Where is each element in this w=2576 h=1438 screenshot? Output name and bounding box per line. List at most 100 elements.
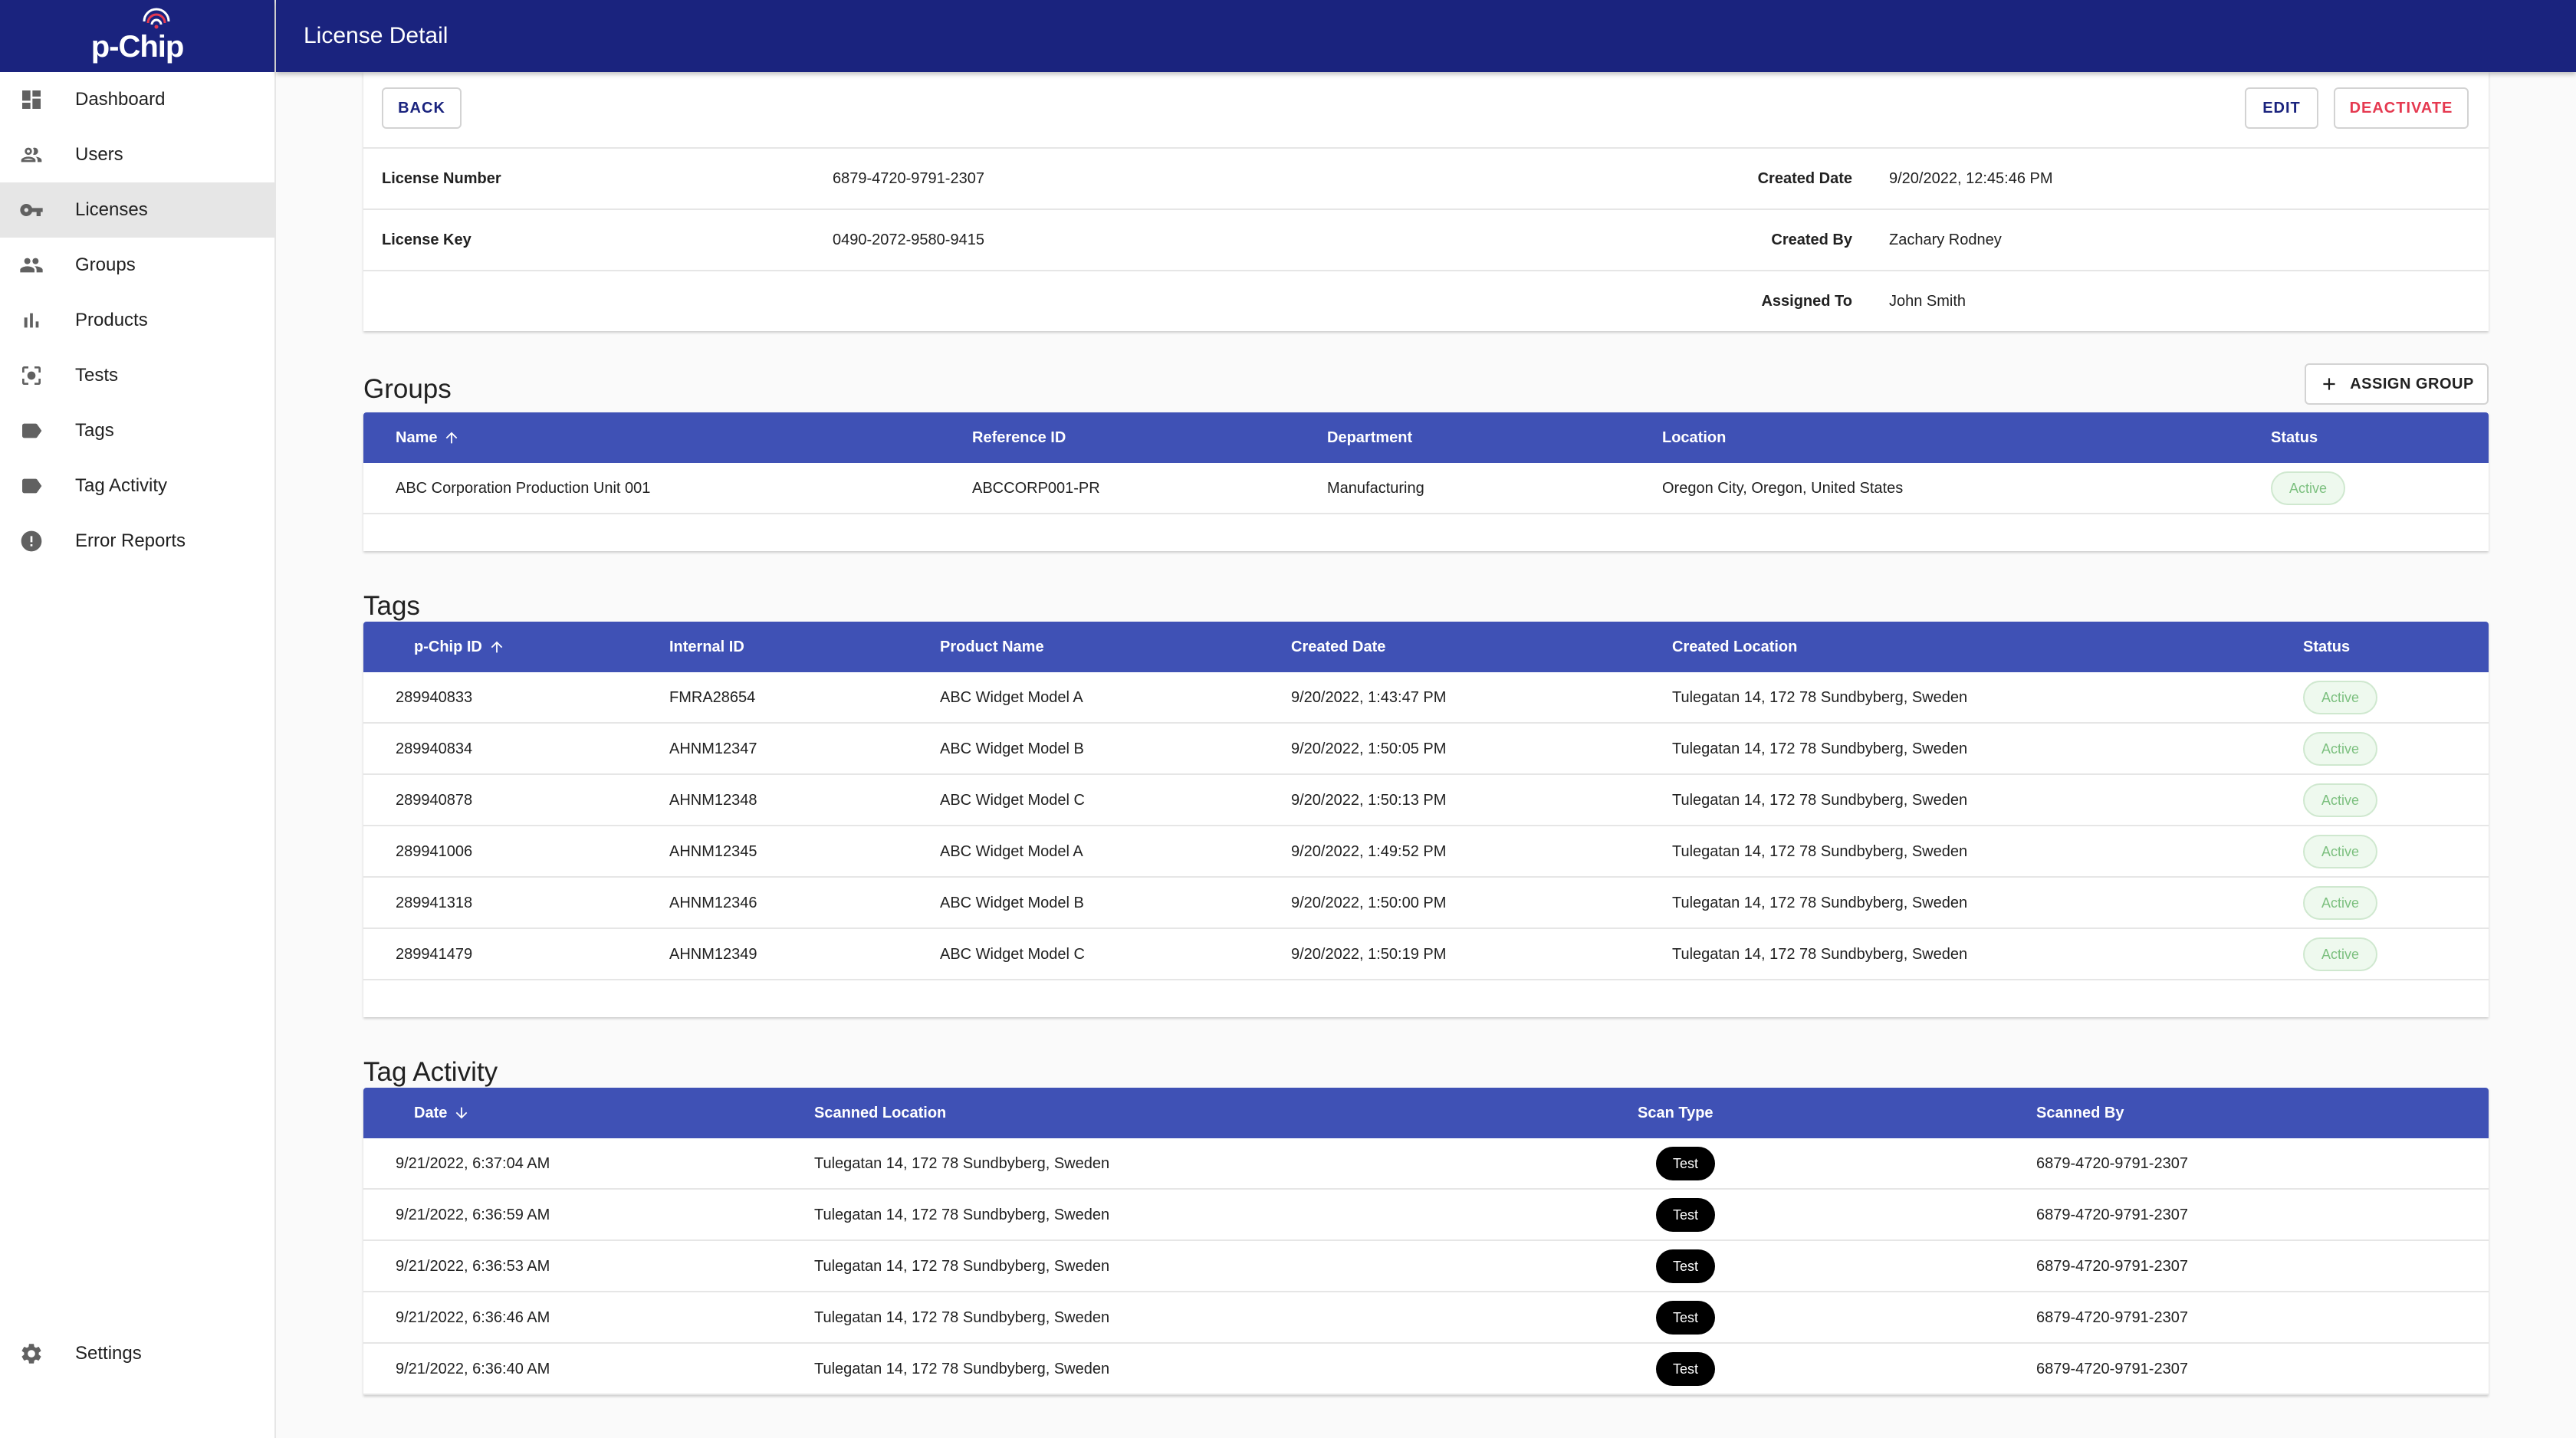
pchip-id: 289940833: [396, 688, 473, 706]
column-header-scanned-by[interactable]: Scanned By: [2036, 1088, 2124, 1138]
column-header-scanned-location[interactable]: Scanned Location: [814, 1088, 946, 1138]
table-row[interactable]: 289941479 AHNM12349 ABC Widget Model C 9…: [363, 929, 2489, 980]
column-header-status[interactable]: Status: [2271, 412, 2318, 463]
column-header-internal-id[interactable]: Internal ID: [669, 622, 744, 672]
table-row[interactable]: 9/21/2022, 6:36:46 AM Tulegatan 14, 172 …: [363, 1292, 2489, 1344]
tag-activity-title: Tag Activity: [363, 1057, 498, 1087]
sidebar-item-label: Tests: [75, 365, 119, 386]
table-row[interactable]: 289940833 FMRA28654 ABC Widget Model A 9…: [363, 672, 2489, 724]
table-row[interactable]: 289940834 AHNM12347 ABC Widget Model B 9…: [363, 724, 2489, 775]
column-header-created-location[interactable]: Created Location: [1672, 622, 1797, 672]
license-key-label: License Key: [382, 231, 472, 248]
column-header-pchip-id[interactable]: p-Chip ID: [414, 622, 505, 672]
pchip-id: 289940878: [396, 791, 473, 809]
table-row[interactable]: 9/21/2022, 6:36:40 AM Tulegatan 14, 172 …: [363, 1344, 2489, 1395]
column-label: p-Chip ID: [414, 638, 482, 655]
column-header-scan-type[interactable]: Scan Type: [1638, 1088, 1714, 1138]
product-name: ABC Widget Model A: [940, 842, 1083, 860]
pchip-id: 289941479: [396, 945, 473, 963]
sidebar-item-label: Settings: [75, 1343, 142, 1364]
scanned-location: Tulegatan 14, 172 78 Sundbyberg, Sweden: [814, 1308, 1110, 1326]
column-header-reference-id[interactable]: Reference ID: [972, 412, 1066, 463]
column-header-status[interactable]: Status: [2303, 622, 2350, 672]
created-location: Tulegatan 14, 172 78 Sundbyberg, Sweden: [1672, 740, 1968, 757]
group-reference-id: ABCCORP001-PR: [972, 479, 1100, 497]
column-header-date[interactable]: Date: [414, 1088, 470, 1138]
assign-group-label: ASSIGN GROUP: [2350, 375, 2474, 392]
created-date: 9/20/2022, 1:50:19 PM: [1291, 945, 1447, 963]
groups-icon: [18, 252, 44, 278]
assign-group-button[interactable]: ASSIGN GROUP: [2305, 363, 2489, 405]
sort-ascending-icon: [491, 641, 503, 653]
internal-id: AHNM12346: [669, 894, 757, 911]
scanned-location: Tulegatan 14, 172 78 Sundbyberg, Sweden: [814, 1257, 1110, 1275]
created-date-value: 9/20/2022, 12:45:46 PM: [1889, 169, 2053, 187]
sidebar-item-users[interactable]: Users: [0, 127, 274, 182]
internal-id: AHNM12347: [669, 740, 757, 757]
scanned-by: 6879-4720-9791-2307: [2036, 1308, 2188, 1326]
table-row[interactable]: 289941318 AHNM12346 ABC Widget Model B 9…: [363, 878, 2489, 929]
license-detail-card: BACK EDIT DEACTIVATE License Number 6879…: [363, 72, 2489, 331]
sidebar-item-products[interactable]: Products: [0, 293, 274, 348]
created-date: 9/20/2022, 1:50:05 PM: [1291, 740, 1447, 757]
back-button[interactable]: BACK: [382, 87, 462, 129]
scan-type-badge: Test: [1656, 1147, 1716, 1180]
sort-ascending-icon: [446, 432, 458, 444]
sidebar-item-groups[interactable]: Groups: [0, 238, 274, 293]
product-name: ABC Widget Model B: [940, 894, 1084, 911]
activity-date: 9/21/2022, 6:36:53 AM: [396, 1257, 550, 1275]
column-header-product-name[interactable]: Product Name: [940, 622, 1044, 672]
sidebar-item-label: Tags: [75, 420, 114, 441]
status-badge: Active: [2303, 835, 2378, 868]
assigned-to-label: Assigned To: [1761, 292, 1852, 310]
sidebar-item-label: Licenses: [75, 199, 148, 220]
detail-row: Assigned To John Smith: [363, 270, 2489, 331]
column-header-created-date[interactable]: Created Date: [1291, 622, 1385, 672]
scanned-location: Tulegatan 14, 172 78 Sundbyberg, Sweden: [814, 1360, 1110, 1377]
sidebar-item-dashboard[interactable]: Dashboard: [0, 72, 274, 127]
sidebar-item-licenses[interactable]: Licenses: [0, 182, 274, 238]
logo[interactable]: p-Chip: [0, 0, 274, 72]
table-row[interactable]: 9/21/2022, 6:37:04 AM Tulegatan 14, 172 …: [363, 1138, 2489, 1190]
sidebar-item-tag-activity[interactable]: Tag Activity: [0, 458, 274, 514]
tag-activity-icon: [18, 473, 44, 499]
sidebar-nav: Dashboard Users Licenses Groups Products: [0, 72, 274, 569]
assigned-to-value: John Smith: [1889, 292, 1967, 310]
logo-wave-icon: [143, 8, 170, 29]
product-name: ABC Widget Model C: [940, 791, 1085, 809]
column-header-department[interactable]: Department: [1327, 412, 1412, 463]
internal-id: AHNM12348: [669, 791, 757, 809]
scanned-location: Tulegatan 14, 172 78 Sundbyberg, Sweden: [814, 1206, 1110, 1223]
column-header-name[interactable]: Name: [396, 412, 460, 463]
table-row[interactable]: 289941006 AHNM12345 ABC Widget Model A 9…: [363, 826, 2489, 878]
groups-table-header: Name Reference ID Department Location St…: [363, 412, 2489, 463]
sidebar-item-settings[interactable]: Settings: [0, 1326, 274, 1381]
created-location: Tulegatan 14, 172 78 Sundbyberg, Sweden: [1672, 842, 1968, 860]
sidebar-item-tests[interactable]: Tests: [0, 348, 274, 403]
tags-title: Tags: [363, 591, 420, 621]
scanned-location: Tulegatan 14, 172 78 Sundbyberg, Sweden: [814, 1154, 1110, 1172]
created-by-label: Created By: [1771, 231, 1852, 248]
plus-icon: [2323, 378, 2335, 390]
column-header-location[interactable]: Location: [1662, 412, 1726, 463]
group-department: Manufacturing: [1327, 479, 1424, 497]
users-icon: [18, 142, 44, 168]
scan-icon: [18, 363, 44, 389]
sidebar-item-error-reports[interactable]: Error Reports: [0, 514, 274, 569]
deactivate-button[interactable]: DEACTIVATE: [2334, 87, 2469, 129]
table-row[interactable]: 289940878 AHNM12348 ABC Widget Model C 9…: [363, 775, 2489, 826]
pchip-id: 289941006: [396, 842, 473, 860]
table-row[interactable]: ABC Corporation Production Unit 001 ABCC…: [363, 463, 2489, 514]
sidebar-footer: Settings: [0, 1318, 274, 1438]
dashboard-icon: [18, 87, 44, 113]
tags-table-header: p-Chip ID Internal ID Product Name Creat…: [363, 622, 2489, 672]
scan-type-badge: Test: [1656, 1352, 1716, 1386]
table-row[interactable]: 9/21/2022, 6:36:53 AM Tulegatan 14, 172 …: [363, 1241, 2489, 1292]
sidebar-item-label: Tag Activity: [75, 475, 168, 496]
sidebar-item-tags[interactable]: Tags: [0, 403, 274, 458]
column-label: Date: [414, 1104, 448, 1121]
edit-button[interactable]: EDIT: [2245, 87, 2318, 129]
scan-type-badge: Test: [1656, 1198, 1716, 1232]
table-row[interactable]: 9/21/2022, 6:36:59 AM Tulegatan 14, 172 …: [363, 1190, 2489, 1241]
group-location: Oregon City, Oregon, United States: [1662, 479, 1904, 497]
